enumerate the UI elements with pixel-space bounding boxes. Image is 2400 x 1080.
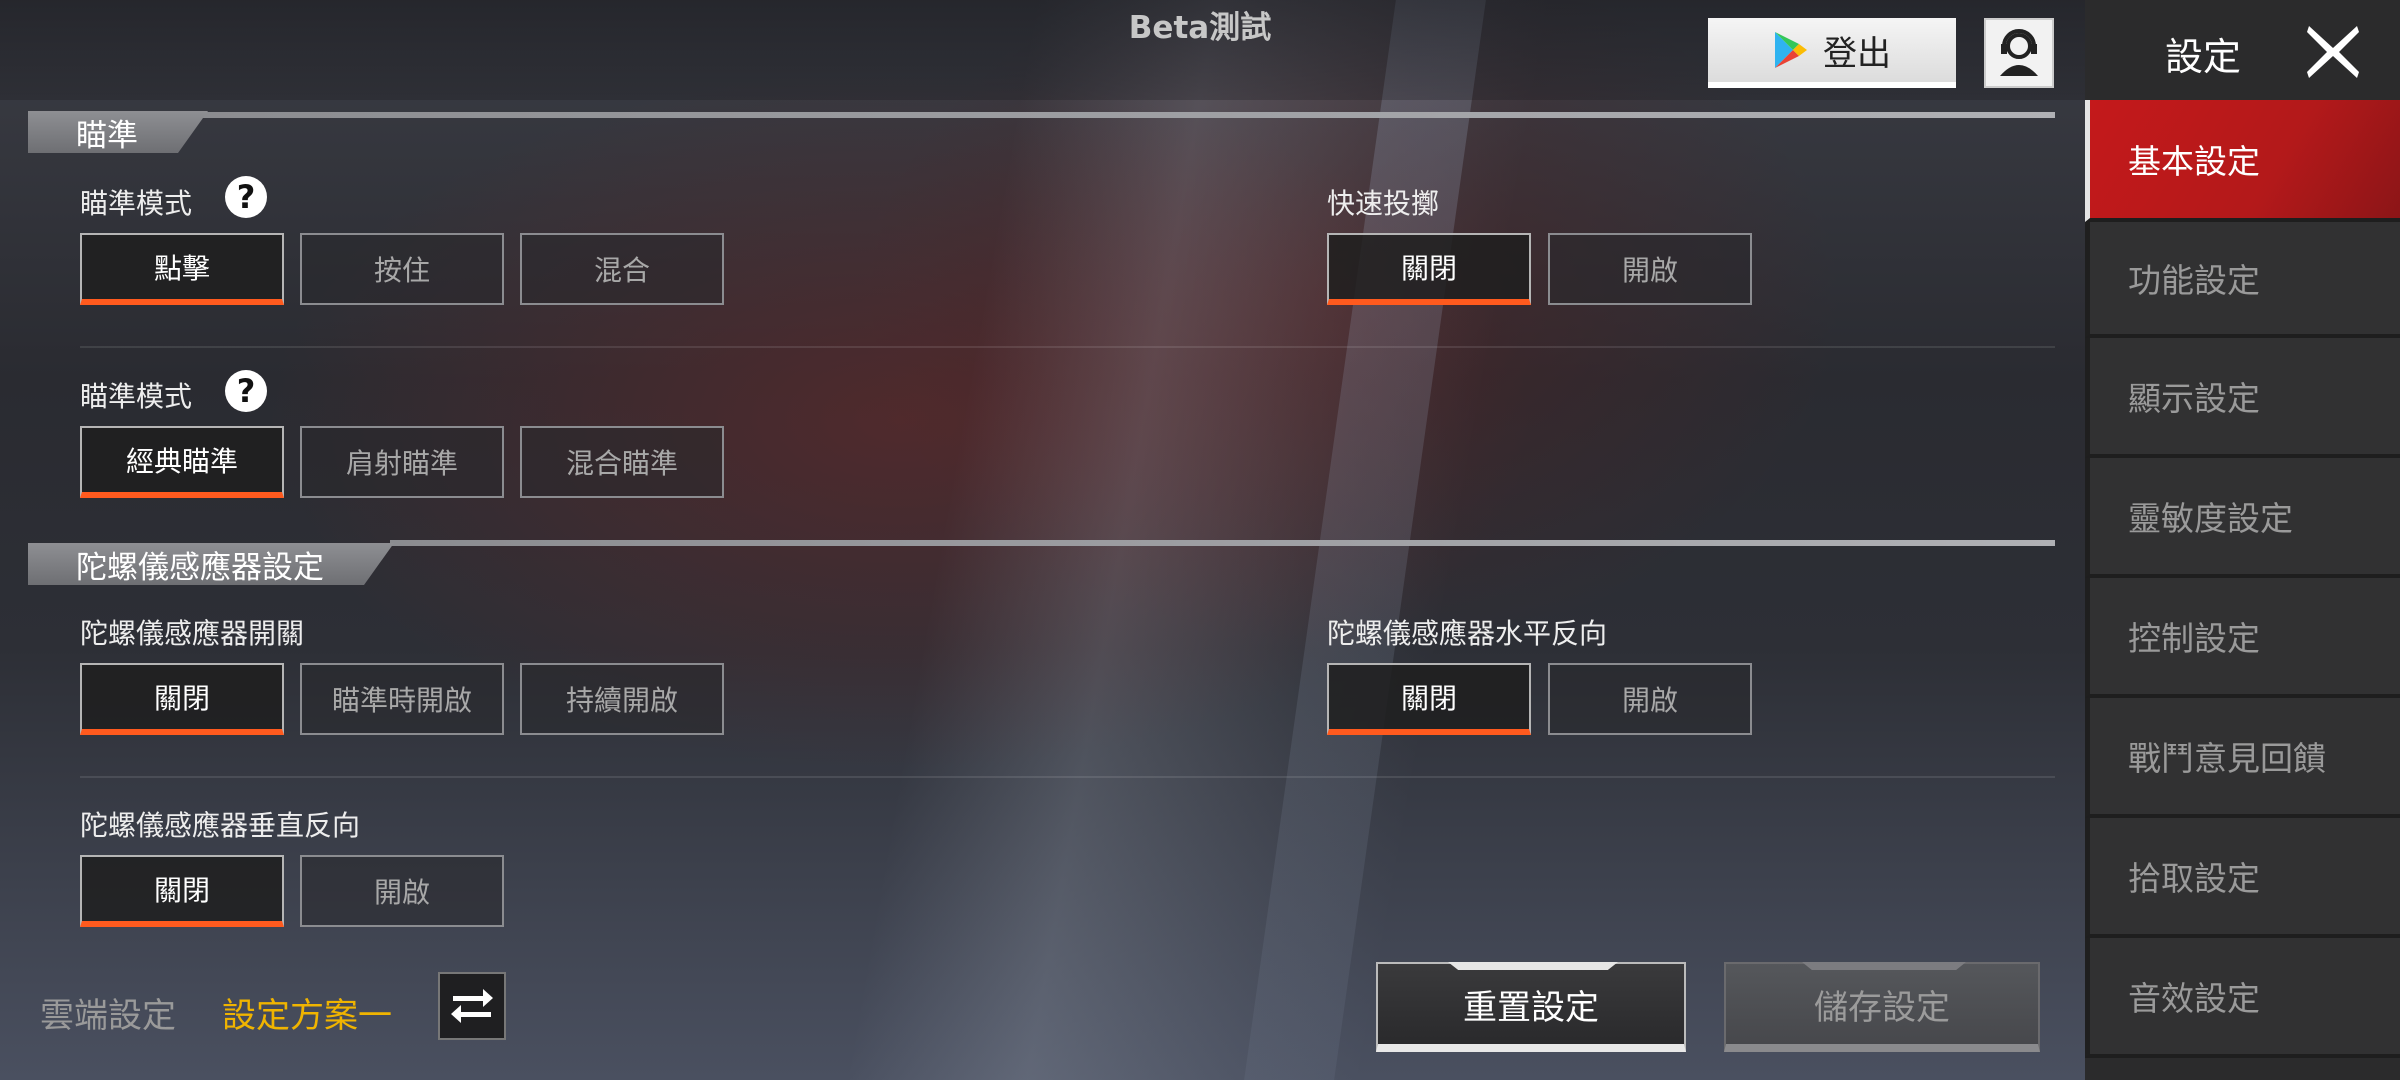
swap-plan-button[interactable] [438, 972, 506, 1040]
quick-throw-label: 快速投擲 [1327, 187, 1440, 220]
aim-mode-1-option-hybrid[interactable]: 混合 [520, 233, 724, 305]
aim-mode-1-option-tap[interactable]: 點擊 [80, 233, 284, 305]
gyro-switch-label: 陀螺儀感應器開關 [80, 617, 305, 650]
swap-arrows-icon [449, 984, 495, 1028]
gyro-horizontal-option-off[interactable]: 關閉 [1327, 663, 1531, 735]
aim-section-title: 瞄準 [28, 111, 208, 153]
customer-support-button[interactable] [1984, 18, 2054, 88]
aim-mode-2-label: 瞄準模式 [80, 380, 193, 413]
reset-settings-button[interactable]: 重置設定 [1376, 962, 1686, 1052]
gyro-horizontal-option-on[interactable]: 開啟 [1548, 663, 1752, 735]
aim-mode-2-option-shoulder[interactable]: 肩射瞄準 [300, 426, 504, 498]
sidebar-item-label: 音效設定 [2128, 979, 2260, 1018]
sidebar-item-feature-settings[interactable]: 功能設定 [2085, 222, 2400, 338]
save-settings-button[interactable]: 儲存設定 [1724, 962, 2040, 1052]
aim-mode-2-option-hybrid[interactable]: 混合瞄準 [520, 426, 724, 498]
sidebar-item-audio-settings[interactable]: 音效設定 [2085, 938, 2400, 1058]
gyro-horizontal-invert-label: 陀螺儀感應器水平反向 [1327, 617, 1608, 650]
close-icon[interactable] [2303, 22, 2363, 82]
sidebar-item-label: 戰鬥意見回饋 [2128, 739, 2326, 778]
sidebar-item-display-settings[interactable]: 顯示設定 [2085, 338, 2400, 458]
gyro-switch-option-off[interactable]: 關閉 [80, 663, 284, 735]
gyro-vertical-invert-label: 陀螺儀感應器垂直反向 [80, 809, 361, 842]
sidebar-item-sensitivity-settings[interactable]: 靈敏度設定 [2085, 458, 2400, 578]
aim-section-header: 瞄準 [28, 112, 208, 152]
sidebar-item-combat-feedback[interactable]: 戰鬥意見回饋 [2085, 698, 2400, 818]
gyro-vertical-option-on[interactable]: 開啟 [300, 855, 504, 927]
sidebar-item-label: 功能設定 [2128, 261, 2260, 300]
customer-support-icon [1992, 24, 2046, 82]
section-divider-line [390, 540, 2055, 546]
gyro-vertical-option-off[interactable]: 關閉 [80, 855, 284, 927]
help-icon[interactable]: ? [225, 370, 267, 412]
gyro-switch-option-on-ads[interactable]: 瞄準時開啟 [300, 663, 504, 735]
aim-mode-1-label: 瞄準模式 [80, 187, 193, 220]
aim-mode-2-option-classic[interactable]: 經典瞄準 [80, 426, 284, 498]
quick-throw-option-off[interactable]: 關閉 [1327, 233, 1531, 305]
gyro-section-title: 陀螺儀感應器設定 [28, 543, 394, 585]
quick-throw-option-on[interactable]: 開啟 [1548, 233, 1752, 305]
gyro-section-header: 陀螺儀感應器設定 [28, 544, 394, 584]
sidebar-header: 設定 [2085, 0, 2400, 100]
sidebar-item-label: 靈敏度設定 [2128, 499, 2293, 538]
beta-title: Beta測試 [1128, 10, 1272, 46]
help-icon[interactable]: ? [225, 176, 267, 218]
logout-button[interactable]: 登出 [1708, 18, 1956, 88]
sidebar-title: 設定 [2165, 35, 2242, 79]
row-divider [80, 776, 2055, 778]
sidebar-item-basic-settings[interactable]: 基本設定 [2085, 100, 2400, 222]
sidebar-item-pickup-settings[interactable]: 拾取設定 [2085, 818, 2400, 938]
section-divider-line [200, 112, 2055, 118]
sidebar-item-label: 基本設定 [2128, 142, 2260, 181]
settings-sidebar: 設定 基本設定 功能設定 顯示設定 靈敏度設定 控制設定 戰鬥意見回饋 拾取設定… [2085, 0, 2400, 1080]
settings-plan-label: 設定方案一 [222, 996, 392, 1036]
row-divider [80, 346, 2055, 348]
logout-label: 登出 [1823, 33, 1891, 74]
aim-mode-1-option-hold[interactable]: 按住 [300, 233, 504, 305]
sidebar-item-label: 拾取設定 [2128, 859, 2260, 898]
sidebar-item-label: 控制設定 [2128, 619, 2260, 658]
google-play-icon [1773, 30, 1809, 70]
gyro-switch-option-always[interactable]: 持續開啟 [520, 663, 724, 735]
sidebar-item-label: 顯示設定 [2128, 379, 2260, 418]
sidebar-item-control-settings[interactable]: 控制設定 [2085, 578, 2400, 698]
cloud-settings-label: 雲端設定 [40, 996, 176, 1036]
